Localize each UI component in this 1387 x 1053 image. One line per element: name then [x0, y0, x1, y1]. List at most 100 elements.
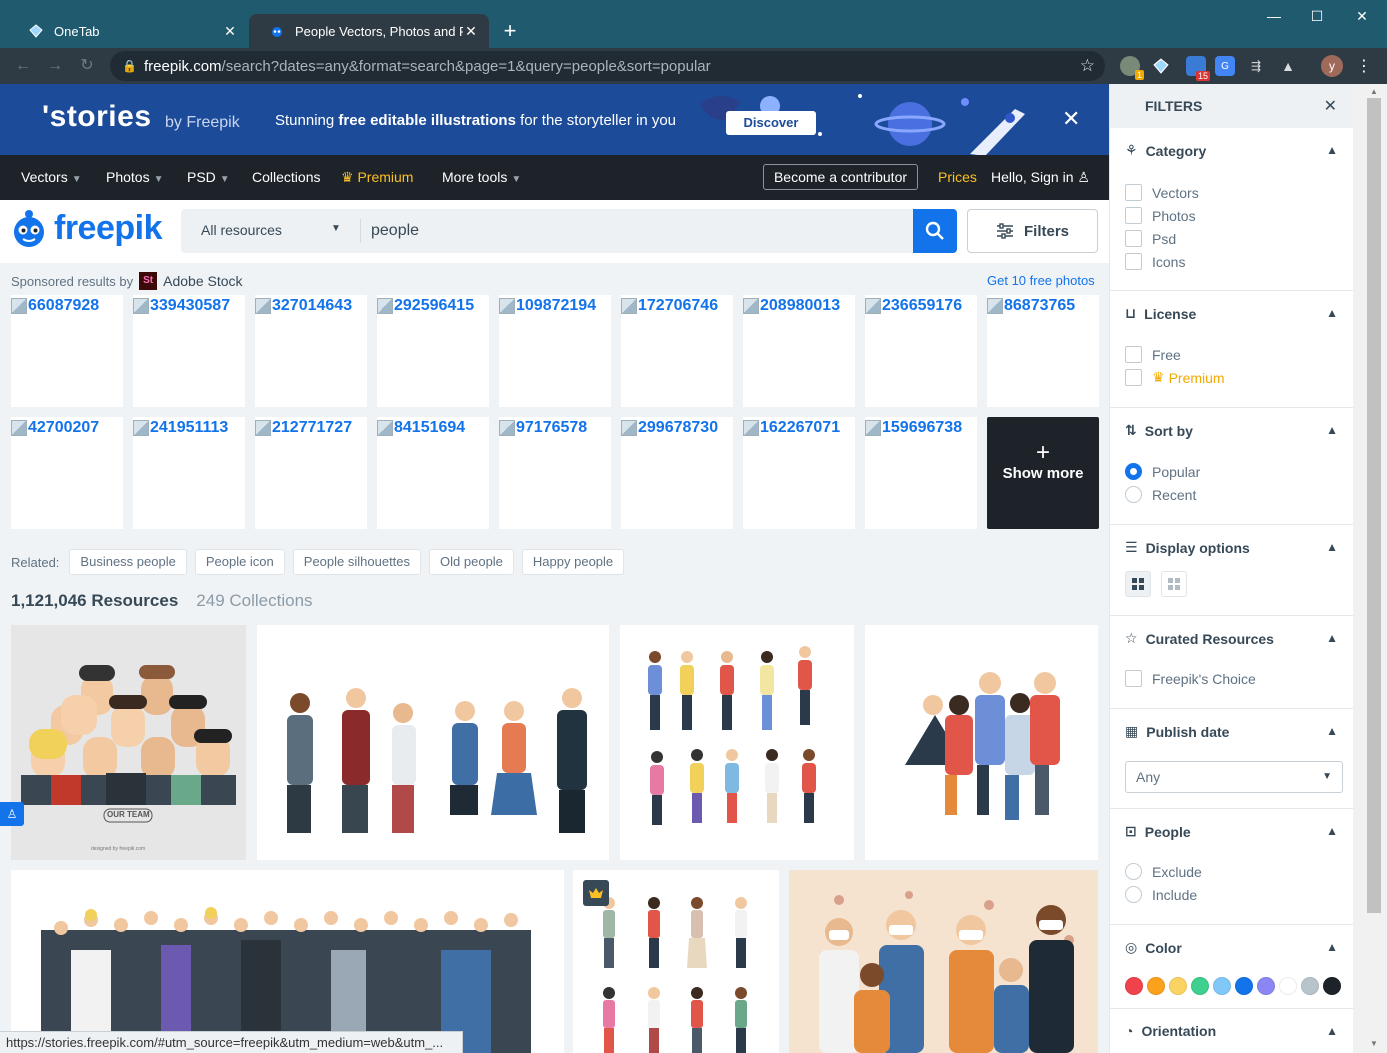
sponsored-thumb[interactable]: 159696738 [865, 417, 977, 529]
result-image-people-walking[interactable] [620, 625, 854, 860]
chevron-up-icon[interactable]: ▲ [1326, 724, 1338, 738]
page-scrollbar[interactable]: ▲ ▼ [1353, 84, 1387, 1053]
nav-more-tools[interactable]: More tools ▼ [442, 169, 521, 185]
sponsored-thumb[interactable]: 162267071 [743, 417, 855, 529]
sponsored-thumb[interactable]: 109872194 [499, 295, 611, 407]
checkbox[interactable] [1125, 230, 1142, 247]
nav-prices[interactable]: Prices [938, 169, 977, 185]
translate-extension-icon[interactable]: G [1215, 56, 1235, 76]
drive-extension-icon[interactable]: ▲ [1278, 56, 1298, 76]
close-filters-icon[interactable]: ✕ [1324, 96, 1337, 116]
related-tag[interactable]: Business people [69, 549, 187, 575]
color-swatch-gray[interactable] [1301, 977, 1319, 995]
filter-color-toggle[interactable]: ◎ Color [1125, 939, 1182, 956]
filter-option-premium[interactable]: ♛ Premium [1125, 369, 1225, 386]
new-tab-button[interactable]: + [498, 20, 522, 44]
bookmark-star-icon[interactable]: ☆ [1080, 56, 1095, 76]
related-tag[interactable]: Happy people [521, 549, 625, 575]
sponsored-thumb[interactable]: 212771727 [255, 417, 367, 529]
signal-extension-icon[interactable]: ⇶ [1246, 56, 1266, 76]
result-image-masked-people[interactable] [789, 870, 1098, 1053]
back-arrow-icon[interactable]: ← [12, 55, 34, 77]
color-swatch-red[interactable] [1125, 977, 1143, 995]
close-tab-icon[interactable]: ✕ [463, 23, 479, 39]
color-swatch-light-blue[interactable] [1213, 977, 1231, 995]
sponsored-thumb[interactable]: 208980013 [743, 295, 855, 407]
close-banner-icon[interactable]: ✕ [1062, 106, 1080, 132]
color-swatch-black[interactable] [1323, 977, 1341, 995]
color-swatch-green[interactable] [1191, 977, 1209, 995]
filter-option-icons[interactable]: Icons [1125, 253, 1185, 270]
sponsored-thumb[interactable]: 339430587 [133, 295, 245, 407]
tab-freepik[interactable]: People Vectors, Photos and PS ✕ [249, 14, 489, 48]
grid-large-icon[interactable] [1125, 571, 1151, 597]
extension-icon[interactable]: 15 [1186, 56, 1210, 81]
sponsored-thumb[interactable]: 241951113 [133, 417, 245, 529]
chevron-up-icon[interactable]: ▲ [1326, 940, 1338, 954]
minimize-button[interactable]: — [1264, 6, 1284, 26]
nav-vectors[interactable]: Vectors ▼ [21, 169, 82, 185]
radio-selected[interactable] [1125, 463, 1142, 480]
filter-option-freepiks-choice[interactable]: Freepik's Choice [1125, 670, 1256, 687]
profile-avatar[interactable]: y [1321, 55, 1343, 77]
related-tag[interactable]: Old people [429, 549, 514, 575]
sponsored-thumb[interactable]: 86873765 [987, 295, 1099, 407]
checkbox[interactable] [1125, 670, 1142, 687]
search-input[interactable] [371, 217, 901, 245]
result-image-crowd[interactable] [11, 870, 564, 1053]
result-image-happy-people[interactable] [865, 625, 1098, 860]
extension-icon[interactable]: 1 [1120, 56, 1144, 80]
sponsored-thumb[interactable]: 84151694 [377, 417, 489, 529]
radio[interactable] [1125, 886, 1142, 903]
checkbox[interactable] [1125, 253, 1142, 270]
checkbox[interactable] [1125, 184, 1142, 201]
filter-option-free[interactable]: Free [1125, 346, 1181, 363]
discover-button[interactable]: Discover [726, 111, 816, 135]
sponsored-thumb[interactable]: 66087928 [11, 295, 123, 407]
filter-option-popular[interactable]: Popular [1125, 463, 1200, 480]
filter-option-include[interactable]: Include [1125, 886, 1197, 903]
chevron-up-icon[interactable]: ▲ [1326, 1024, 1338, 1038]
radio[interactable] [1125, 486, 1142, 503]
search-button[interactable] [913, 209, 957, 253]
maximize-button[interactable]: ☐ [1307, 6, 1327, 26]
chevron-up-icon[interactable]: ▲ [1326, 631, 1338, 645]
filter-option-recent[interactable]: Recent [1125, 486, 1196, 503]
nav-photos[interactable]: Photos ▼ [106, 169, 164, 185]
collections-count[interactable]: 249 Collections [196, 591, 312, 610]
resource-type-select[interactable]: All resources [201, 222, 351, 238]
checkbox[interactable] [1125, 369, 1142, 386]
checkbox[interactable] [1125, 346, 1142, 363]
filter-people-toggle[interactable]: ⊡ People [1125, 823, 1191, 840]
color-swatch-orange[interactable] [1147, 977, 1165, 995]
scroll-down-icon[interactable]: ▼ [1367, 1039, 1381, 1048]
get-free-photos-link[interactable]: Get 10 free photos [987, 273, 1095, 288]
chevron-up-icon[interactable]: ▲ [1326, 306, 1338, 320]
filter-option-vectors[interactable]: Vectors [1125, 184, 1199, 201]
show-more-button[interactable]: + Show more [987, 417, 1099, 529]
chevron-up-icon[interactable]: ▲ [1326, 423, 1338, 437]
resources-count[interactable]: 1,121,046 Resources [11, 591, 178, 610]
grid-small-icon[interactable] [1161, 571, 1187, 597]
filter-license-toggle[interactable]: ⊔ License [1125, 305, 1196, 322]
filters-button[interactable]: Filters [967, 209, 1098, 253]
tab-onetab[interactable]: OneTab ✕ [8, 14, 248, 48]
filter-sort-toggle[interactable]: ⇅ Sort by [1125, 422, 1193, 439]
related-tag[interactable]: People icon [194, 549, 285, 575]
checkbox[interactable] [1125, 207, 1142, 224]
radio[interactable] [1125, 863, 1142, 880]
sponsored-thumb[interactable]: 172706746 [621, 295, 733, 407]
sponsored-thumb[interactable]: 97176578 [499, 417, 611, 529]
scroll-up-icon[interactable]: ▲ [1367, 87, 1381, 96]
color-swatch-white[interactable] [1279, 977, 1297, 995]
filter-category-toggle[interactable]: ⚘ Category [1125, 142, 1206, 159]
user-feedback-icon[interactable]: ♙ [0, 802, 24, 826]
nav-premium[interactable]: ♛ Premium [341, 169, 413, 186]
chevron-up-icon[interactable]: ▲ [1326, 143, 1338, 157]
filter-publish-toggle[interactable]: ▦ Publish date [1125, 723, 1229, 740]
sign-in-link[interactable]: Hello, Sign in ♙ [991, 169, 1090, 186]
chevron-up-icon[interactable]: ▲ [1326, 824, 1338, 838]
sponsored-thumb[interactable]: 236659176 [865, 295, 977, 407]
filter-curated-toggle[interactable]: ☆ Curated Resources [1125, 630, 1274, 647]
close-tab-icon[interactable]: ✕ [222, 23, 238, 39]
